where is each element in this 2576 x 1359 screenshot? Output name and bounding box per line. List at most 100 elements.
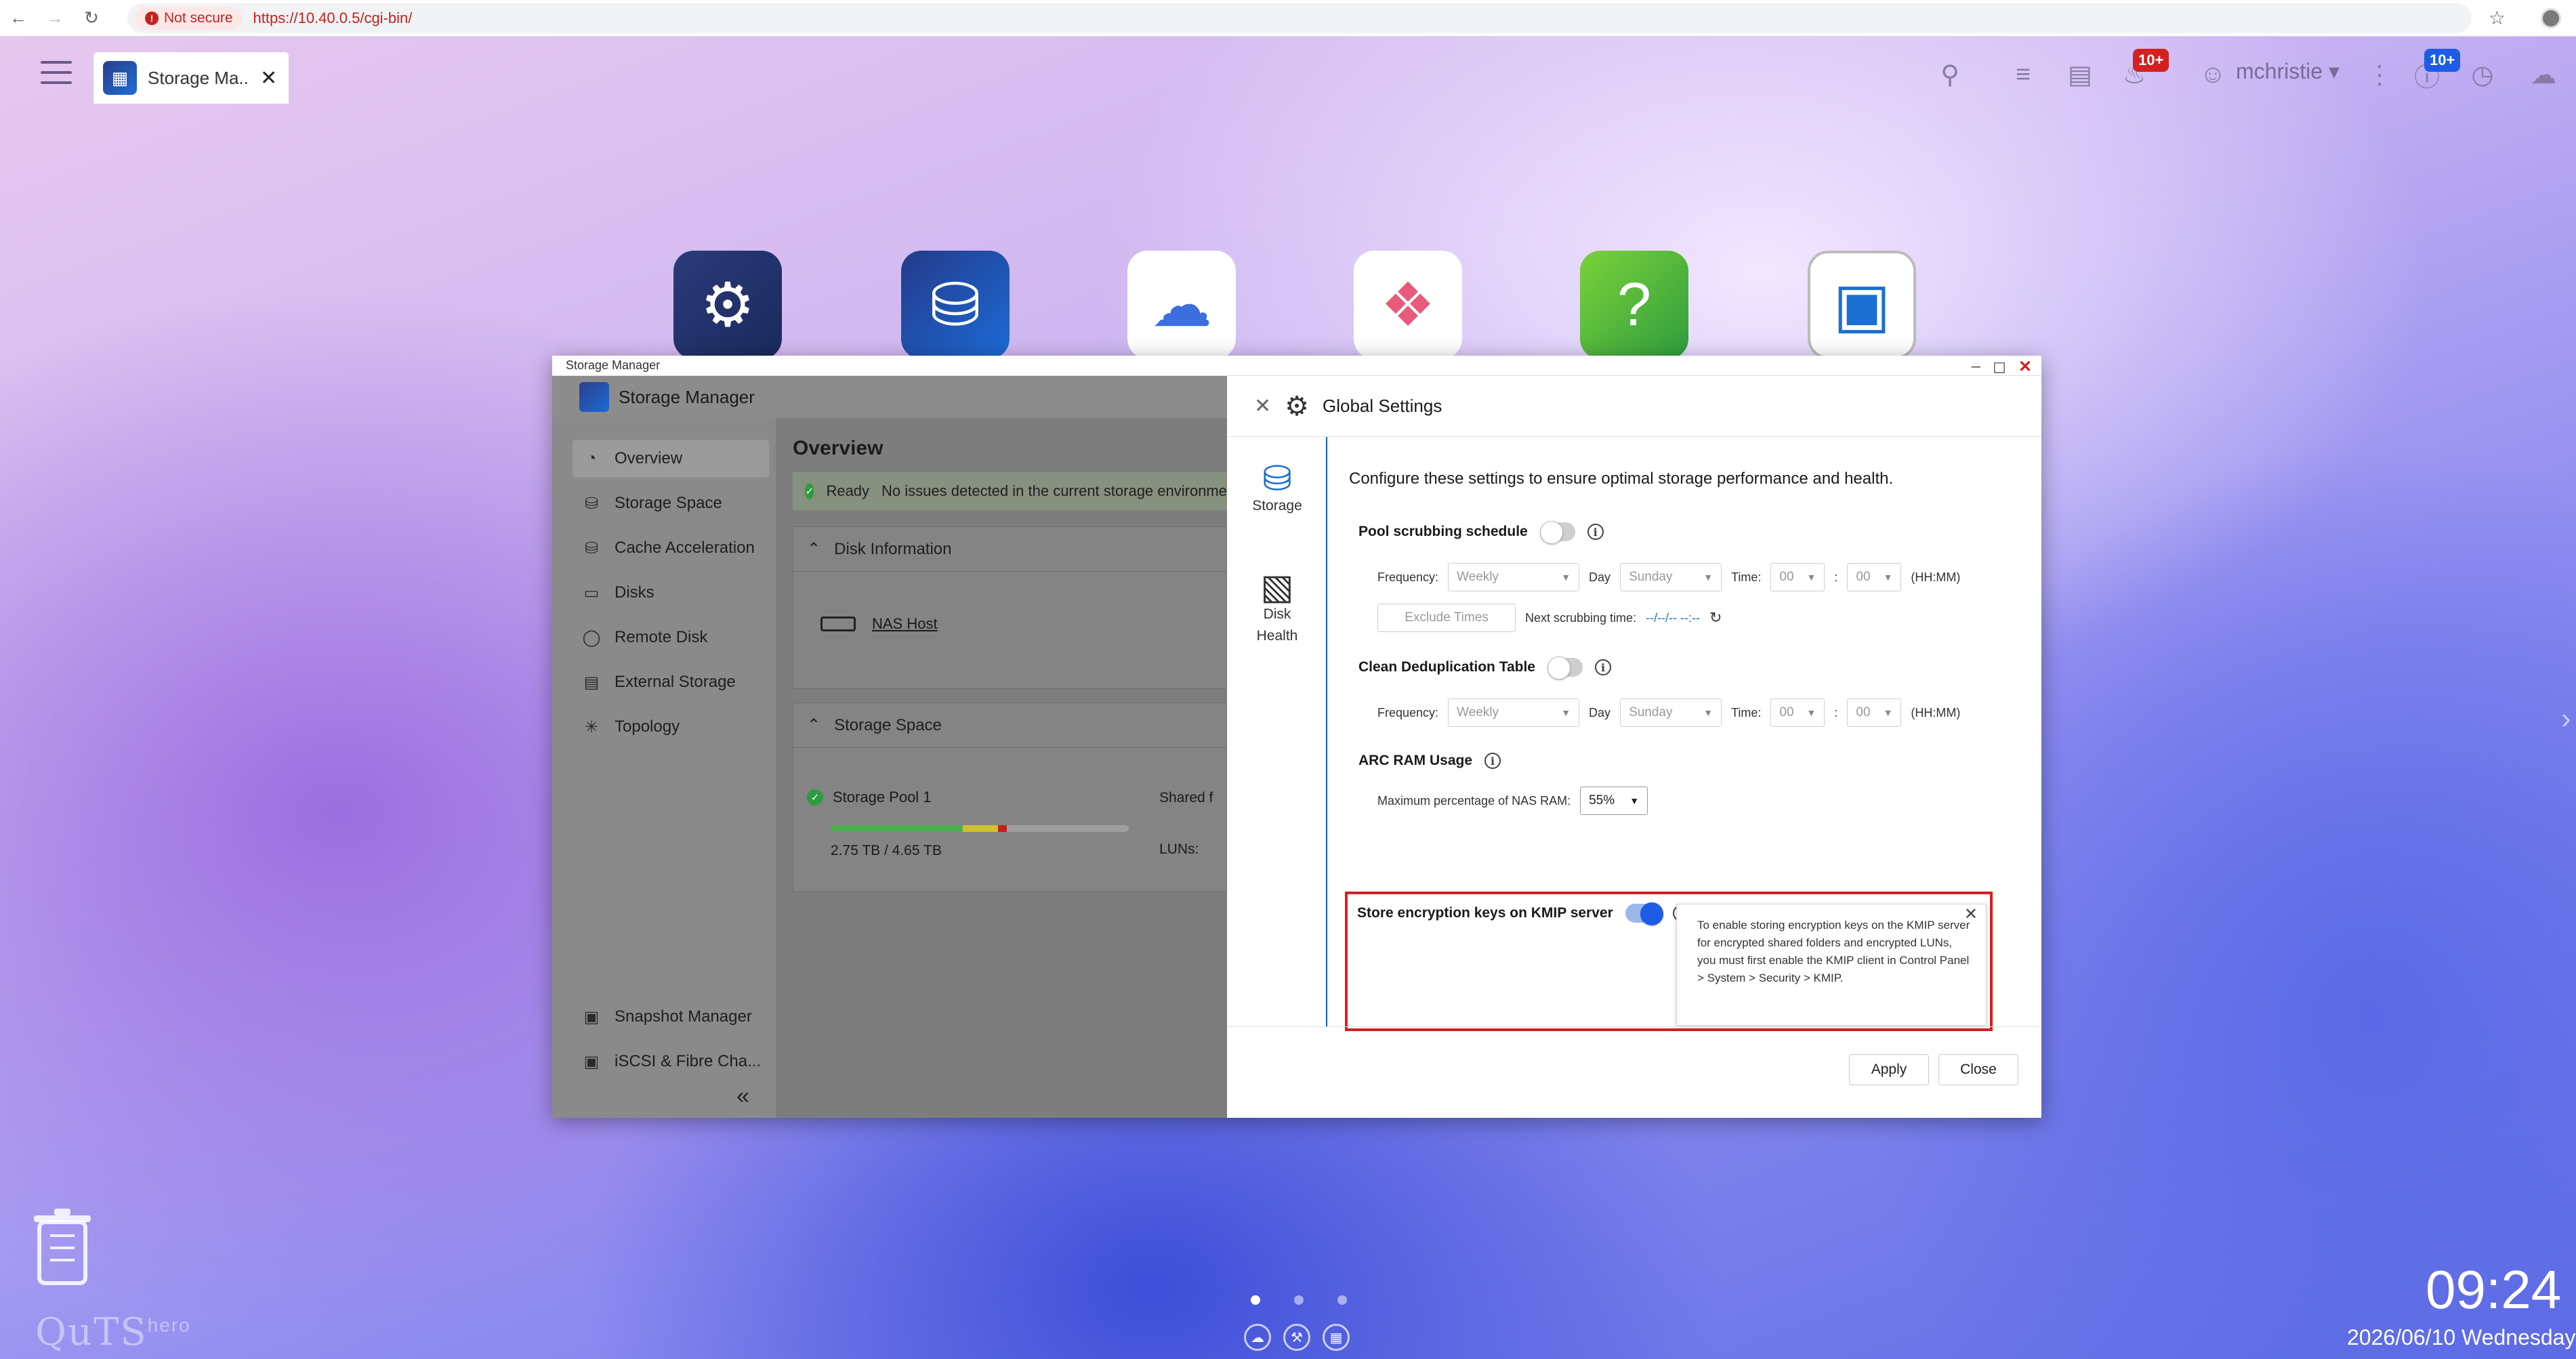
kmip-toggle[interactable] <box>1625 902 1663 925</box>
sidebar-item-external-storage[interactable]: ▤ External Storage <box>573 663 769 701</box>
next-desktop-arrow-icon[interactable]: › <box>2561 702 2571 736</box>
collapse-sidebar-icon[interactable]: « <box>736 1083 749 1110</box>
pool-scrubbing-toggle[interactable] <box>1539 521 1575 544</box>
sidebar-item-cache-acceleration[interactable]: ⛁ Cache Acceleration <box>573 529 769 567</box>
browser-profile-avatar[interactable] <box>2541 8 2561 28</box>
frequency-select[interactable]: Weekly ▼ <box>1448 563 1580 591</box>
pager-dot[interactable] <box>1251 1295 1260 1305</box>
settings-content: Configure these settings to ensure optim… <box>1345 437 2027 1031</box>
taskbar-app-tab-storage-manager[interactable]: ▦ Storage Ma... ✕ <box>94 52 289 104</box>
recycle-bin-icon[interactable] <box>30 1206 95 1287</box>
info-icon[interactable]: i <box>1587 524 1604 540</box>
apply-button[interactable]: Apply <box>1849 1054 1929 1085</box>
minimize-icon[interactable]: – <box>1972 357 1980 377</box>
myqnapcloud-app-icon[interactable]: ☁ <box>1127 251 1236 359</box>
app-header: Storage Manager <box>552 376 1227 418</box>
reload-icon[interactable]: ↻ <box>73 0 110 37</box>
hdmi-display-app-icon[interactable]: ▣ <box>1808 251 1916 359</box>
day-select[interactable]: Sunday ▼ <box>1620 563 1722 591</box>
dock-grid-icon[interactable]: ▦ <box>1323 1324 1350 1351</box>
chevron-down-icon: ▼ <box>1561 572 1571 583</box>
storage-manager-logo-icon <box>579 382 609 412</box>
window-titlebar: Storage Manager <box>552 356 2041 376</box>
bookmark-star-icon[interactable]: ☆ <box>2489 7 2506 29</box>
external-storage-icon: ▤ <box>583 673 600 692</box>
arc-ram-percentage-select[interactable]: 55% ▼ <box>1580 787 1648 815</box>
info-icon[interactable]: i <box>1484 753 1501 769</box>
close-button[interactable]: Close <box>1938 1054 2018 1085</box>
app-center-icon[interactable]: ❖ <box>1354 251 1462 359</box>
dedup-toggle[interactable] <box>1547 656 1583 680</box>
chevron-down-icon: ▼ <box>1561 707 1571 718</box>
kmip-section: Store encryption keys on KMIP server i <box>1357 902 1689 925</box>
sidebar-item-disks[interactable]: ▭ Disks <box>573 574 769 612</box>
exclude-times-button[interactable]: Exclude Times <box>1377 604 1516 632</box>
chevron-down-icon: ▼ <box>1629 795 1640 806</box>
sidebar-item-iscsi[interactable]: ▣ iSCSI & Fibre Cha... <box>573 1043 769 1081</box>
cloud-icon[interactable]: ☁ <box>2526 57 2561 92</box>
hdd-icon: ▧ <box>1260 568 1294 607</box>
luns-label: LUNs: <box>1159 841 1199 857</box>
tooltip-text: To enable storing encryption keys on the… <box>1697 919 1970 984</box>
arc-ram-row: Maximum percentage of NAS RAM: 55% ▼ <box>1377 787 1648 815</box>
status-message: No issues detected in the current storag… <box>881 482 1227 499</box>
nas-host-item[interactable]: NAS Host <box>820 615 938 633</box>
refresh-icon[interactable]: ↻ <box>1709 609 1722 627</box>
sidebar-item-overview[interactable]: ◔ Overview <box>573 440 769 478</box>
hour-select[interactable]: 00 ▼ <box>1770 563 1825 591</box>
next-scrubbing-value: --/--/-- --:-- <box>1646 610 1701 625</box>
username-menu[interactable]: mchristie ▾ <box>2236 58 2340 84</box>
info-icon[interactable]: i <box>1594 659 1611 675</box>
disk-info-header[interactable]: ⌃ Disk Information <box>793 527 1226 572</box>
main-menu-icon[interactable] <box>41 61 72 84</box>
pager-dot[interactable] <box>1294 1295 1304 1305</box>
dialog-footer: Apply Close <box>1227 1026 2041 1118</box>
desktop-pager[interactable] <box>1251 1295 1347 1305</box>
frequency-select[interactable]: Weekly ▼ <box>1448 698 1580 727</box>
close-icon[interactable]: ✕ <box>1254 394 1271 418</box>
tooltip-close-icon[interactable]: ✕ <box>1964 906 1978 923</box>
storage-manager-app-icon[interactable]: ⛁ <box>901 251 1010 359</box>
background-tasks-icon[interactable]: ≡ <box>2006 57 2041 92</box>
desktop-date: 2026/06/10 Wednesday <box>2347 1325 2576 1350</box>
sidebar-item-storage-space[interactable]: ⛁ Storage Space <box>573 484 769 522</box>
dedup-section: Clean Deduplication Table i <box>1358 656 1611 680</box>
day-select[interactable]: Sunday ▼ <box>1620 698 1722 727</box>
forward-icon[interactable]: → <box>37 0 73 37</box>
tab-disk-health[interactable]: ▧ Disk Health <box>1227 568 1327 647</box>
dock-cloud-icon[interactable]: ☁ <box>1244 1324 1271 1351</box>
sidebar-item-topology[interactable]: ✳ Topology <box>573 708 769 746</box>
app-name: Storage Manager <box>619 386 755 407</box>
hour-select[interactable]: 00 ▼ <box>1770 698 1825 727</box>
close-icon[interactable]: ✕ <box>260 66 277 90</box>
dock-tools-icon[interactable]: ⚒ <box>1283 1324 1310 1351</box>
storage-space-icon: ⛁ <box>584 494 599 513</box>
pool-row[interactable]: ✓ Storage Pool 1 <box>807 789 932 806</box>
address-bar[interactable]: ! Not secure https://10.40.0.5/cgi-bin/ <box>127 3 2472 33</box>
snapshot-icon: ▣ <box>583 1007 600 1026</box>
minute-select[interactable]: 00 ▼ <box>1847 698 1902 727</box>
user-avatar-icon[interactable]: ☺ <box>2195 57 2230 92</box>
chevron-down-icon: ▼ <box>1883 707 1893 718</box>
minute-select[interactable]: 00 ▼ <box>1847 563 1902 591</box>
control-panel-app-icon[interactable]: ⚙ <box>673 251 782 359</box>
window-close-icon[interactable]: ✕ <box>2018 357 2032 377</box>
pager-dot[interactable] <box>1337 1295 1347 1305</box>
settings-description: Configure these settings to ensure optim… <box>1349 469 1894 488</box>
maximize-icon[interactable]: ◻ <box>1993 357 2006 377</box>
sidebar-item-remote-disk[interactable]: ◯ Remote Disk <box>573 619 769 656</box>
quts-hero-logo: QuTShero <box>35 1310 191 1354</box>
not-secure-chip[interactable]: ! Not secure <box>136 7 243 30</box>
dashboard-gauge-icon[interactable]: ◷ <box>2465 57 2500 92</box>
tab-storage[interactable]: ⛁ Storage <box>1227 461 1327 517</box>
more-options-icon[interactable]: ⋮ <box>2362 57 2397 92</box>
search-icon[interactable]: ⚲ <box>1932 57 1968 92</box>
chevron-down-icon: ▼ <box>1806 572 1816 583</box>
back-icon[interactable]: ← <box>0 0 37 37</box>
sidebar-item-snapshot-manager[interactable]: ▣ Snapshot Manager <box>573 998 769 1036</box>
window-title: Storage Manager <box>566 358 661 372</box>
cache-icon: ⛁ <box>584 539 599 558</box>
storage-space-header[interactable]: ⌃ Storage Space <box>793 703 1226 748</box>
external-device-icon[interactable]: ▤ <box>2062 57 2098 92</box>
help-center-icon[interactable]: ? <box>1580 251 1688 359</box>
